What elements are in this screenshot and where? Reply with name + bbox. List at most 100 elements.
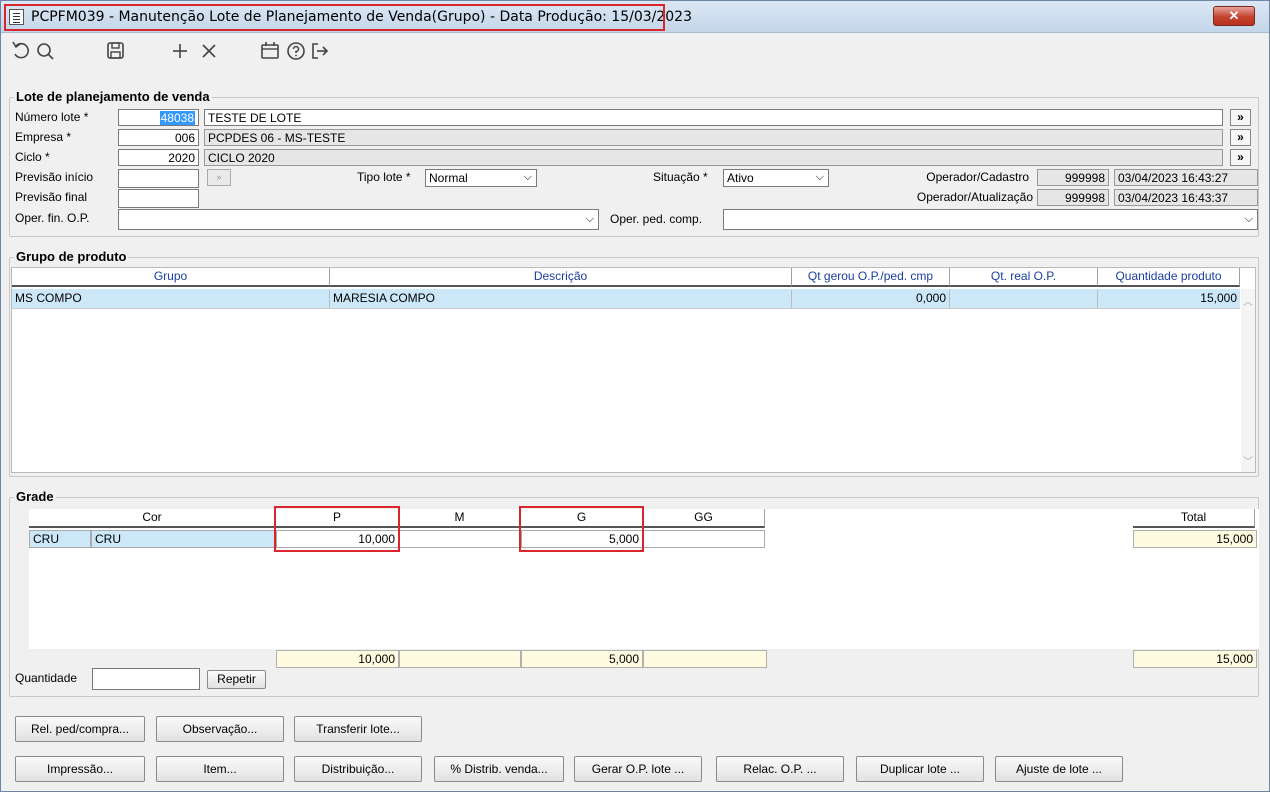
grupo-section-title: Grupo de produto	[14, 249, 129, 264]
qt-gerou-cell: 0,000	[792, 290, 950, 308]
add-icon[interactable]	[167, 38, 193, 64]
grupo-col-qt-real[interactable]: Qt. real O.P.	[950, 268, 1098, 287]
total-cell: 15,000	[1133, 530, 1257, 548]
oper-fin-label: Oper. fin. O.P.	[15, 211, 90, 225]
empresa-input[interactable]: 006	[118, 129, 199, 146]
numero-lote-value: 48038	[159, 111, 195, 125]
grand-total-cell: 15,000	[1133, 650, 1257, 668]
operador-cadastro-label: Operador/Cadastro	[926, 170, 1029, 184]
rel-ped-compra-button[interactable]: Rel. ped/compra...	[15, 716, 145, 742]
empresa-nav-button[interactable]: »	[1230, 129, 1251, 146]
observacao-button[interactable]: Observação...	[156, 716, 284, 742]
grupo-col-qt-gerou[interactable]: Qt gerou O.P./ped. cmp	[792, 268, 950, 287]
ciclo-label: Ciclo *	[15, 150, 50, 164]
p-total-cell: 10,000	[276, 650, 399, 668]
title-highlight-box	[4, 4, 665, 31]
distribuicao-button[interactable]: Distribuição...	[294, 756, 422, 782]
table-row[interactable]: MS COMPO MARESIA COMPO 0,000 15,000	[12, 289, 1240, 309]
help-icon[interactable]	[283, 38, 309, 64]
qt-real-cell	[950, 290, 1098, 308]
gerar-op-lote-button[interactable]: Gerar O.P. lote ...	[574, 756, 702, 782]
previsao-inicio-label: Previsão início	[15, 170, 94, 184]
relac-op-button[interactable]: Relac. O.P. ...	[716, 756, 844, 782]
main-window: PCPFM039 - Manutenção Lote de Planejamen…	[0, 0, 1270, 792]
tipo-lote-label: Tipo lote *	[357, 170, 411, 184]
close-button[interactable]: ✕	[1213, 6, 1255, 26]
operador-atualizacao-date: 03/04/2023 16:43:37	[1114, 189, 1258, 206]
refresh-icon[interactable]	[9, 38, 35, 64]
previsao-final-label: Previsão final	[15, 190, 88, 204]
previsao-final-input[interactable]	[118, 189, 199, 208]
numero-lote-desc[interactable]: TESTE DE LOTE	[204, 109, 1223, 126]
grupo-col-quantidade[interactable]: Quantidade produto	[1098, 268, 1240, 287]
search-icon[interactable]	[33, 38, 59, 64]
g-total-cell: 5,000	[521, 650, 643, 668]
numero-lote-label: Número lote *	[15, 110, 89, 124]
oper-ped-select[interactable]: ⌵	[723, 209, 1258, 230]
tipo-lote-select[interactable]: Normal ⌵	[425, 169, 537, 187]
grupo-cell: MS COMPO	[12, 290, 330, 308]
p-column-highlight-box	[274, 506, 400, 552]
situacao-label: Situação *	[653, 170, 708, 184]
operador-atualizacao-code: 999998	[1037, 189, 1109, 206]
gg-cell[interactable]	[643, 530, 765, 548]
previsao-inicio-input[interactable]	[118, 169, 199, 188]
numero-lote-nav-button[interactable]: »	[1230, 109, 1251, 126]
item-button[interactable]: Item...	[156, 756, 284, 782]
scroll-down-icon[interactable]: ﹀	[1243, 453, 1253, 468]
oper-ped-label: Oper. ped. comp.	[610, 212, 703, 226]
oper-fin-select[interactable]: ⌵	[118, 209, 599, 230]
exit-icon[interactable]	[307, 38, 333, 64]
empresa-label: Empresa *	[15, 130, 72, 144]
gg-total-cell	[643, 650, 767, 668]
cor-desc-cell[interactable]: CRU	[91, 530, 276, 548]
distrib-venda-button[interactable]: % Distrib. venda...	[434, 756, 564, 782]
grupo-table: Grupo Descrição Qt gerou O.P./ped. cmp Q…	[11, 267, 1256, 473]
delete-icon[interactable]	[196, 38, 222, 64]
operador-atualizacao-label: Operador/Atualização	[916, 190, 1033, 204]
calendar-icon[interactable]	[257, 38, 283, 64]
ciclo-desc: CICLO 2020	[204, 149, 1223, 166]
chevron-down-icon: ⌵	[585, 213, 594, 225]
save-icon[interactable]	[103, 38, 129, 64]
grade-col-total[interactable]: Total	[1133, 509, 1255, 528]
grupo-col-descricao[interactable]: Descrição	[330, 268, 792, 287]
m-cell[interactable]	[399, 530, 521, 548]
grade-col-m[interactable]: M	[399, 509, 521, 528]
date-picker-icon[interactable]: »	[207, 169, 231, 186]
lote-section-title: Lote de planejamento de venda	[14, 89, 212, 104]
title-bar[interactable]: PCPFM039 - Manutenção Lote de Planejamen…	[1, 1, 1269, 33]
g-column-highlight-box	[519, 506, 644, 552]
grade-col-gg[interactable]: GG	[643, 509, 765, 528]
duplicar-lote-button[interactable]: Duplicar lote ...	[856, 756, 984, 782]
situacao-value: Ativo	[727, 171, 754, 185]
quantidade-cell: 15,000	[1200, 291, 1237, 305]
ajuste-lote-button[interactable]: Ajuste de lote ...	[995, 756, 1123, 782]
situacao-select[interactable]: Ativo ⌵	[723, 169, 829, 187]
m-total-cell	[399, 650, 521, 668]
quantidade-label: Quantidade	[15, 671, 78, 685]
chevron-down-icon: ⌵	[523, 171, 532, 183]
empresa-desc: PCPDES 06 - MS-TESTE	[204, 129, 1223, 146]
operador-cadastro-date: 03/04/2023 16:43:27	[1114, 169, 1258, 186]
descricao-cell: MARESIA COMPO	[330, 290, 792, 308]
grade-table: Cor P M G GG Total CRU CRU 10,000 5,000 …	[29, 509, 1259, 649]
chevron-down-icon: ⌵	[815, 171, 824, 183]
scroll-up-icon[interactable]: ︿	[1243, 293, 1253, 308]
chevron-down-icon: ⌵	[1244, 213, 1253, 225]
toolbar	[1, 34, 1269, 70]
numero-lote-input[interactable]: 48038	[118, 109, 199, 126]
repetir-button[interactable]: Repetir	[207, 670, 266, 689]
grupo-col-grupo[interactable]: Grupo	[12, 268, 330, 287]
operador-cadastro-code: 999998	[1037, 169, 1109, 186]
grade-section-title: Grade	[14, 489, 56, 504]
tipo-lote-value: Normal	[429, 171, 468, 185]
grade-col-cor[interactable]: Cor	[29, 509, 276, 528]
ciclo-nav-button[interactable]: »	[1230, 149, 1251, 166]
impressao-button[interactable]: Impressão...	[15, 756, 145, 782]
grupo-scrollbar[interactable]: ︿ ﹀	[1241, 289, 1255, 472]
transferir-lote-button[interactable]: Transferir lote...	[294, 716, 422, 742]
cor-code-cell[interactable]: CRU	[29, 530, 91, 548]
ciclo-input[interactable]: 2020	[118, 149, 199, 166]
quantidade-input[interactable]	[92, 668, 200, 690]
